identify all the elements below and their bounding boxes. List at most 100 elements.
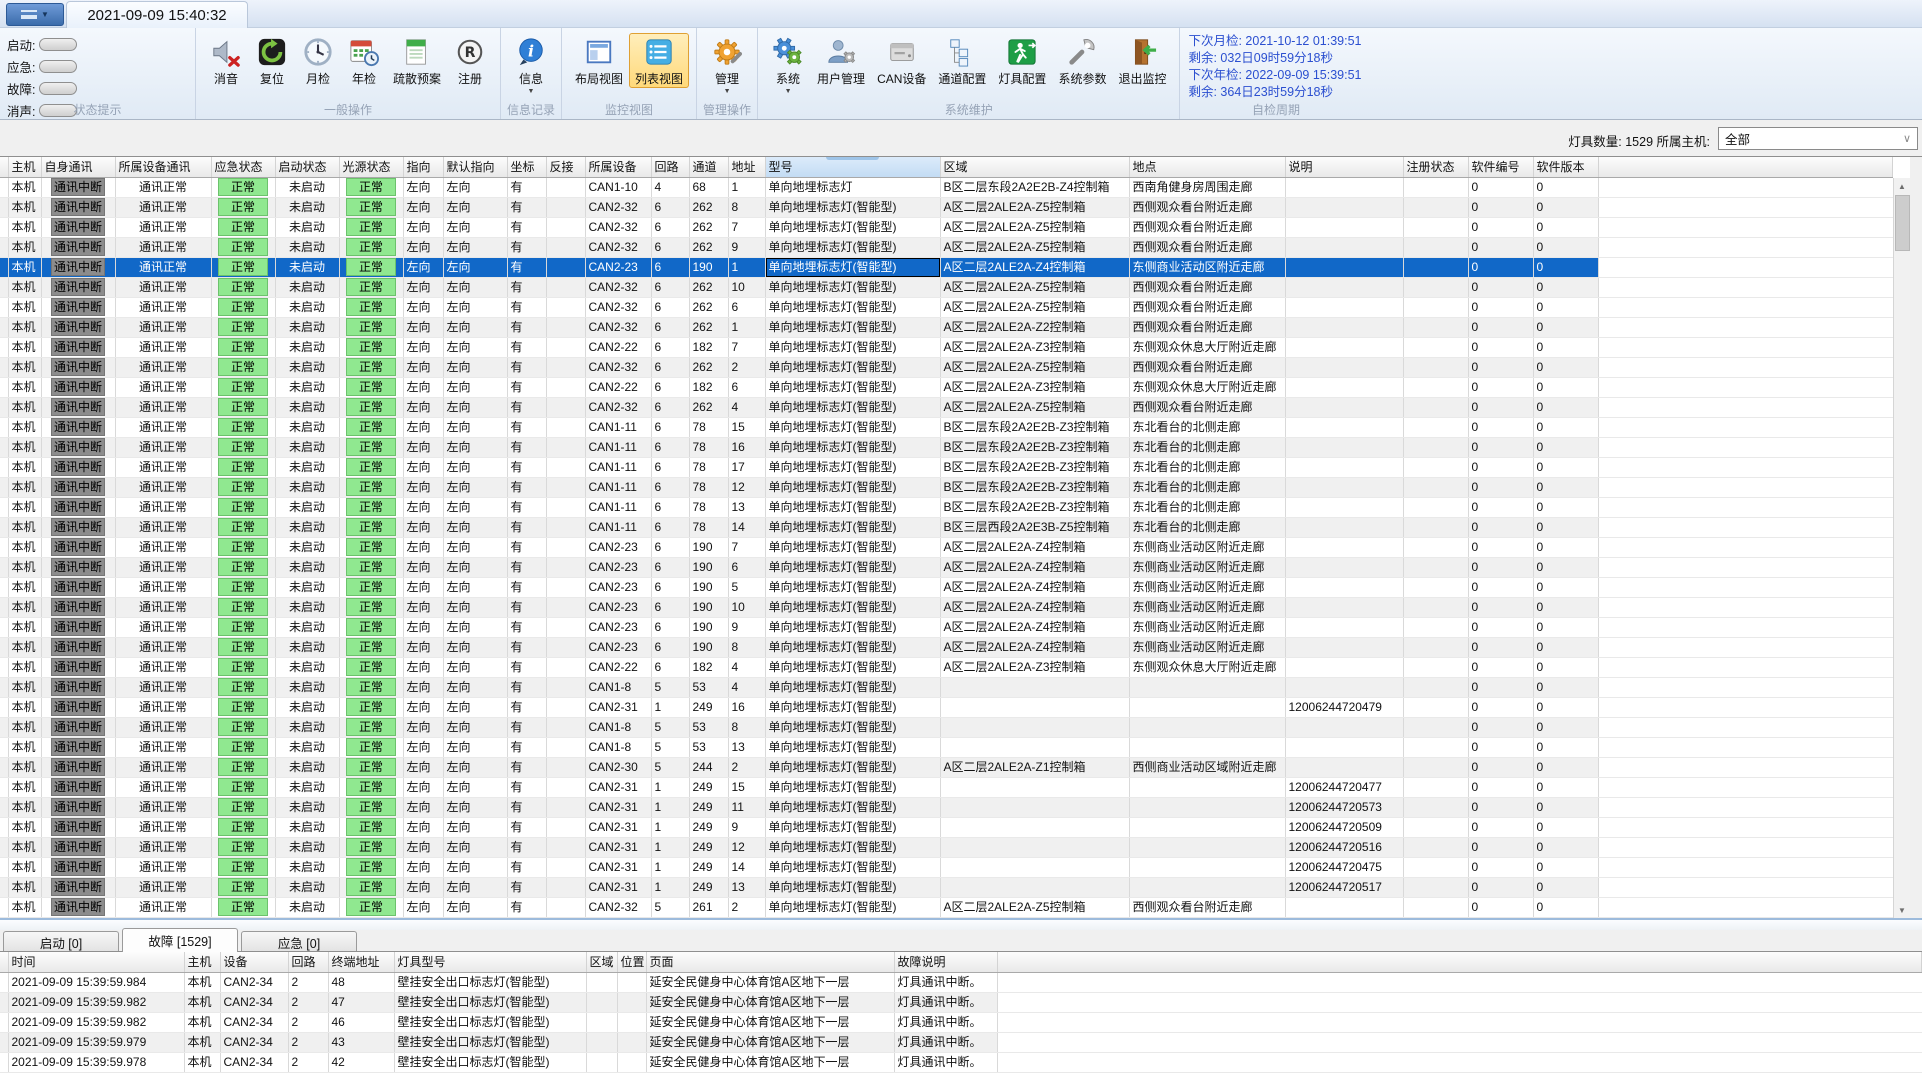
cell-device[interactable]: CAN1-11: [585, 517, 652, 538]
cell-direction[interactable]: 左向: [403, 897, 444, 918]
cell-software-version[interactable]: 0: [1533, 897, 1599, 918]
monthly-check-button[interactable]: 月检: [295, 33, 341, 88]
cell-direction[interactable]: 左向: [403, 177, 444, 198]
annual-check-button[interactable]: 年检: [341, 33, 387, 88]
cell-default-direction[interactable]: 左向: [443, 837, 508, 858]
table-row[interactable]: 本机 通讯中断 通讯正常 正常 未启动 正常 左向 左向有 CAN1-10 4 68 1 单向地埋标志灯…: [0, 177, 1893, 198]
column-header-host[interactable]: 主机: [184, 952, 221, 973]
cell-software-no[interactable]: 0: [1468, 557, 1534, 578]
cell-channel[interactable]: 190: [689, 577, 729, 598]
cell-area[interactable]: [940, 777, 1130, 798]
cell-host[interactable]: 本机: [8, 517, 42, 538]
cell-page[interactable]: 延安全民健身中心体育馆A区地下一层: [646, 992, 895, 1013]
cell-host[interactable]: 本机: [8, 197, 42, 218]
cell-location[interactable]: 西侧观众看台附近走廊: [1129, 357, 1286, 378]
cell-model[interactable]: 单向地埋标志灯(智能型): [765, 857, 941, 878]
cell-reverse[interactable]: [546, 637, 586, 658]
cell-direction[interactable]: 左向: [403, 837, 444, 858]
user-manage-button[interactable]: 用户管理: [811, 33, 871, 88]
cell-reverse[interactable]: [546, 877, 586, 898]
cell-start-state[interactable]: 未启动: [275, 657, 340, 678]
cell-device-comm[interactable]: 通讯正常: [115, 197, 212, 218]
cell-note[interactable]: [1285, 257, 1404, 278]
cell-software-version[interactable]: 0: [1533, 277, 1599, 298]
cell-register-state[interactable]: [1403, 417, 1469, 438]
cell-register-state[interactable]: [1403, 457, 1469, 478]
cell-self-comm[interactable]: 通讯中断: [41, 237, 116, 258]
table-row[interactable]: 本机 通讯中断 通讯正常 正常 未启动 正常 左向 左向有 CAN2-23 6 190 10 单向地埋标…: [0, 597, 1893, 618]
cell-reverse[interactable]: [546, 517, 586, 538]
cell-host[interactable]: 本机: [8, 277, 42, 298]
cell-emergency-state[interactable]: 正常: [211, 817, 276, 838]
cell-host[interactable]: 本机: [8, 797, 42, 818]
cell-self-comm[interactable]: 通讯中断: [41, 197, 116, 218]
cell-location[interactable]: 东侧商业活动区附近走廊: [1129, 577, 1286, 598]
cell-light-state[interactable]: 正常: [339, 717, 404, 738]
cell-coordinate[interactable]: 有: [507, 337, 547, 358]
cell-address[interactable]: 11: [728, 797, 766, 818]
cell-area[interactable]: [586, 972, 618, 993]
cell-register-state[interactable]: [1403, 877, 1469, 898]
cell-coordinate[interactable]: 有: [507, 597, 547, 618]
cell-register-state[interactable]: [1403, 717, 1469, 738]
cell-loop[interactable]: 6: [651, 317, 690, 338]
column-header-lamp-model[interactable]: 灯具型号: [394, 952, 587, 973]
cell-channel[interactable]: 261: [689, 897, 729, 918]
table-row[interactable]: 本机 通讯中断 通讯正常 正常 未启动 正常 左向 左向有 CAN1-11 6 78 12 单向地埋标志…: [0, 477, 1893, 498]
cell-loop[interactable]: 6: [651, 337, 690, 358]
cell-start-state[interactable]: 未启动: [275, 377, 340, 398]
fault-row[interactable]: 2021-09-09 15:39:59.982 本机 CAN2-34 2 46 壁挂安全出…: [0, 1012, 1922, 1033]
cell-host[interactable]: 本机: [8, 577, 42, 598]
cell-light-state[interactable]: 正常: [339, 757, 404, 778]
column-header-position[interactable]: 位置: [617, 952, 647, 973]
cell-loop[interactable]: 6: [651, 217, 690, 238]
cell-coordinate[interactable]: 有: [507, 197, 547, 218]
cell-device-comm[interactable]: 通讯正常: [115, 237, 212, 258]
host-select[interactable]: 全部 ∨: [1718, 127, 1918, 150]
cell-register-state[interactable]: [1403, 277, 1469, 298]
cell-light-state[interactable]: 正常: [339, 197, 404, 218]
cell-register-state[interactable]: [1403, 237, 1469, 258]
cell-fault-desc[interactable]: 灯具通讯中断。: [894, 992, 998, 1013]
cell-channel[interactable]: 78: [689, 417, 729, 438]
cell-position[interactable]: [617, 1032, 647, 1053]
cell-area[interactable]: B区二层东段2A2E2B-Z3控制箱: [940, 437, 1130, 458]
cell-start-state[interactable]: 未启动: [275, 197, 340, 218]
cell-device[interactable]: CAN2-23: [585, 577, 652, 598]
cell-start-state[interactable]: 未启动: [275, 477, 340, 498]
cell-address[interactable]: 12: [728, 477, 766, 498]
cell-device[interactable]: CAN2-31: [585, 837, 652, 858]
cell-area[interactable]: A区二层2ALE2A-Z5控制箱: [940, 397, 1130, 418]
cell-area[interactable]: A区二层2ALE2A-Z4控制箱: [940, 577, 1130, 598]
cell-light-state[interactable]: 正常: [339, 837, 404, 858]
scrollbar-thumb[interactable]: [1895, 195, 1910, 251]
cell-direction[interactable]: 左向: [403, 297, 444, 318]
table-row[interactable]: 本机 通讯中断 通讯正常 正常 未启动 正常 左向 左向有 CAN1-11 6 78 17 单向地埋标志…: [0, 457, 1893, 478]
cell-start-state[interactable]: 未启动: [275, 617, 340, 638]
cell-start-state[interactable]: 未启动: [275, 797, 340, 818]
cell-software-version[interactable]: 0: [1533, 837, 1599, 858]
log-tab-2[interactable]: 应急 [0]: [241, 931, 357, 952]
cell-coordinate[interactable]: 有: [507, 177, 547, 198]
cell-reverse[interactable]: [546, 577, 586, 598]
cell-location[interactable]: 西南角健身房周围走廊: [1129, 177, 1286, 198]
table-row[interactable]: 本机 通讯中断 通讯正常 正常 未启动 正常 左向 左向有 CAN2-31 1 249 12 单向地埋标…: [0, 837, 1893, 858]
cell-note[interactable]: [1285, 497, 1404, 518]
cell-reverse[interactable]: [546, 777, 586, 798]
cell-start-state[interactable]: 未启动: [275, 577, 340, 598]
cell-self-comm[interactable]: 通讯中断: [41, 397, 116, 418]
cell-light-state[interactable]: 正常: [339, 637, 404, 658]
cell-coordinate[interactable]: 有: [507, 677, 547, 698]
cell-reverse[interactable]: [546, 497, 586, 518]
cell-emergency-state[interactable]: 正常: [211, 177, 276, 198]
cell-device[interactable]: CAN2-23: [585, 537, 652, 558]
cell-emergency-state[interactable]: 正常: [211, 437, 276, 458]
cell-software-version[interactable]: 0: [1533, 197, 1599, 218]
cell-emergency-state[interactable]: 正常: [211, 417, 276, 438]
cell-emergency-state[interactable]: 正常: [211, 657, 276, 678]
cell-device[interactable]: CAN2-34: [220, 1032, 289, 1053]
cell-default-direction[interactable]: 左向: [443, 477, 508, 498]
cell-area[interactable]: [940, 877, 1130, 898]
cell-software-no[interactable]: 0: [1468, 757, 1534, 778]
table-row[interactable]: 本机 通讯中断 通讯正常 正常 未启动 正常 左向 左向有 CAN2-31 1 249 9 单向地埋标志…: [0, 817, 1893, 838]
